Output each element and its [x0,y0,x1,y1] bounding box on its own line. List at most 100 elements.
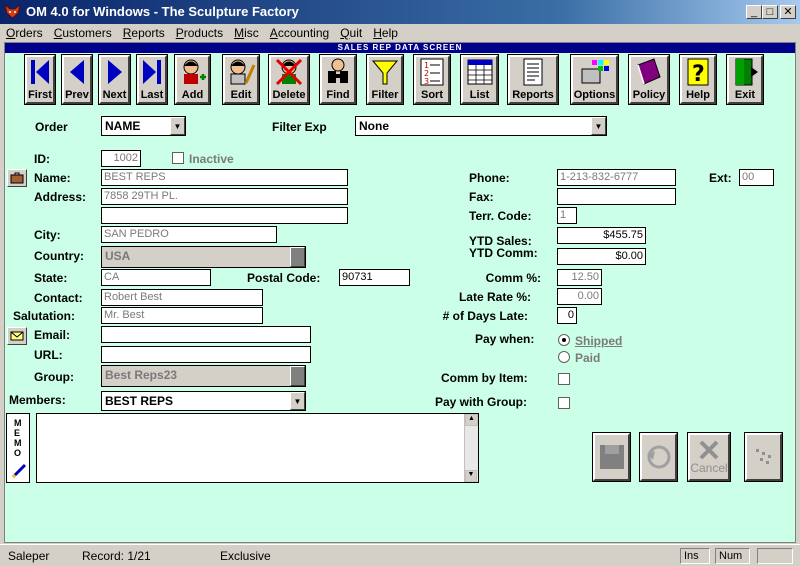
menu-customers[interactable]: Customers [54,26,112,40]
pay-when-paid-radio[interactable] [558,351,570,363]
find-button[interactable]: Find [319,54,357,105]
menu-help[interactable]: Help [373,26,398,40]
filter-button[interactable]: Filter [366,54,404,105]
city-field[interactable]: SAN PEDRO [101,226,277,243]
menu-quit[interactable]: Quit [340,26,362,40]
status-ins: Ins [680,548,710,564]
contact-label: Contact: [34,291,83,305]
cancel-button[interactable]: Cancel [687,432,731,482]
menu-misc[interactable]: Misc [234,26,259,40]
group-dropdown-arrow-icon[interactable] [290,366,305,386]
policy-book-icon [637,58,661,85]
first-button[interactable]: First [24,54,56,105]
undo-button[interactable] [639,432,678,482]
country-dropdown-arrow-icon[interactable] [290,247,305,267]
options-button[interactable]: Options [570,54,619,105]
members-value: BEST REPS [105,394,174,408]
memo-scrollbar[interactable]: ▲ ▼ [464,414,478,482]
name-field[interactable]: BEST REPS [101,169,348,186]
members-select[interactable]: BEST REPS ▼ [101,391,306,411]
reports-button[interactable]: Reports [507,54,559,105]
postal-code-field[interactable]: 90731 [339,269,410,286]
address-label: Address: [34,190,87,204]
country-select[interactable]: USA [101,246,306,268]
svg-text:3: 3 [424,77,429,86]
delete-button[interactable]: Delete [268,54,310,105]
ytd-comm-field[interactable]: $0.00 [557,248,646,265]
ext-field[interactable]: 00 [739,169,774,186]
reports-label: Reports [512,89,554,101]
ytd-sales-field[interactable]: $455.75 [557,227,646,244]
menu-products[interactable]: Products [176,26,223,40]
pay-with-group-checkbox[interactable] [558,397,570,409]
ext-label: Ext: [709,171,732,185]
add-person-icon [183,59,206,84]
comm-pct-label: Comm %: [485,271,541,285]
id-label: ID: [34,152,50,166]
next-label: Next [102,89,127,101]
email-field[interactable] [101,326,311,343]
prev-button[interactable]: Prev [61,54,93,105]
filter-exp-dropdown-arrow-icon[interactable]: ▼ [591,117,606,135]
fax-field[interactable] [557,188,676,205]
edit-button[interactable]: Edit [222,54,260,105]
cancel-label: Cancel [690,461,728,475]
terr-code-label: Terr. Code: [469,209,532,223]
group-value: Best Reps23 [105,368,178,382]
menu-accounting[interactable]: Accounting [270,26,329,40]
late-rate-field[interactable]: 0.00 [557,288,602,305]
add-button[interactable]: Add [174,54,211,105]
first-record-icon [31,60,49,84]
menu-bar: Orders Customers Reports Products Misc A… [0,24,800,42]
order-select[interactable]: NAME ▼ [101,116,186,136]
days-late-field[interactable]: 0 [557,307,577,324]
filter-exp-select[interactable]: None ▼ [355,116,607,136]
memo-textarea[interactable]: ▲ ▼ [36,413,479,483]
group-select[interactable]: Best Reps23 [101,365,306,387]
menu-orders[interactable]: Orders [6,26,43,40]
inactive-checkbox[interactable] [172,152,184,164]
pay-when-shipped-radio[interactable] [558,334,570,346]
address-line2-field[interactable] [101,207,348,224]
members-dropdown-arrow-icon[interactable]: ▼ [290,392,305,410]
name-lookup-button[interactable] [7,169,27,187]
memo-button[interactable]: MEMO [6,413,30,483]
salutation-field[interactable]: Mr. Best [101,307,263,324]
last-button[interactable]: Last [136,54,168,105]
id-field[interactable]: 1002 [101,150,141,167]
add-label: Add [181,89,204,101]
maximize-button[interactable]: □ [762,5,778,19]
app-fox-icon [4,3,21,19]
status-blank-panel [757,548,793,564]
list-button[interactable]: List [460,54,499,105]
last-label: Last [140,89,164,101]
close-button[interactable]: ✕ [780,5,796,19]
minimize-button[interactable]: _ [746,5,762,19]
scroll-down-icon[interactable]: ▼ [465,470,477,482]
comm-pct-field[interactable]: 12.50 [557,269,602,286]
next-button[interactable]: Next [98,54,131,105]
phone-field[interactable]: 1-213-832-6777 [557,169,676,186]
comm-by-item-checkbox[interactable] [558,373,570,385]
sort-button[interactable]: 123 Sort [413,54,451,105]
help-question-icon: ? [687,58,709,87]
window-title: OM 4.0 for Windows - The Sculpture Facto… [26,4,299,19]
url-field[interactable] [101,346,311,363]
order-dropdown-arrow-icon[interactable]: ▼ [170,117,185,135]
save-button[interactable] [592,432,631,482]
email-send-button[interactable] [7,327,27,345]
menu-reports[interactable]: Reports [123,26,165,40]
inactive-label: Inactive [189,152,234,166]
contact-field[interactable]: Robert Best [101,289,263,306]
address-line1-field[interactable]: 7858 29TH PL. [101,188,348,205]
state-field[interactable]: CA [101,269,211,286]
country-label: Country: [34,249,84,263]
status-num: Num [715,548,750,564]
tools-button[interactable] [744,432,783,482]
next-record-icon [107,60,122,84]
exit-button[interactable]: Exit [726,54,764,105]
policy-button[interactable]: Policy [628,54,670,105]
scroll-up-icon[interactable]: ▲ [465,414,478,426]
help-button[interactable]: ? Help [679,54,717,105]
terr-code-field[interactable]: 1 [557,207,577,224]
